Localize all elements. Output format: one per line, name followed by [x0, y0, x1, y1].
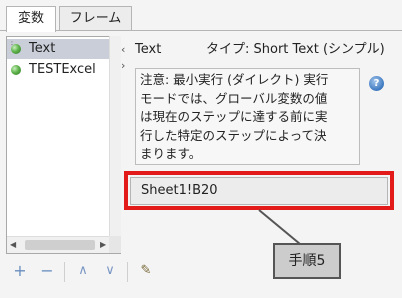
variable-list[interactable]: ⋮ Text TESTExcel [6, 36, 121, 254]
help-icon[interactable]: ? [369, 76, 384, 91]
expand-right-icon[interactable]: › [121, 60, 125, 71]
edit-variable-button[interactable]: ✎ [137, 262, 155, 280]
toolbar-separator [127, 262, 128, 282]
vertical-scrollbar[interactable] [109, 36, 121, 236]
variable-type: タイプ: Short Text (シンプル) [206, 42, 385, 57]
note-line: モードでは、グローバル変数の値 [140, 90, 328, 106]
variable-name: Text [135, 42, 162, 57]
tab-frames[interactable]: フレーム [59, 6, 132, 31]
step-callout: 手順5 [273, 243, 341, 279]
note-line: まります。 [140, 146, 202, 161]
note-line: 注意: 最小実行 (ダイレクト) 実行 [140, 72, 329, 87]
scroll-right-icon[interactable]: ▶ [100, 241, 106, 249]
green-ball-icon [11, 65, 21, 75]
move-down-button[interactable]: ∨ [101, 262, 119, 280]
note-line: 行した特定のステップによって決 [140, 127, 327, 143]
toolbar-separator [64, 262, 65, 282]
tab-divider [0, 30, 402, 31]
tab-variables[interactable]: 変数 [6, 6, 56, 32]
list-item-testexcel[interactable]: TESTExcel [7, 60, 120, 80]
list-item-label: TESTExcel [29, 62, 96, 77]
execution-note: 注意: 最小実行 (ダイレクト) 実行 モードでは、グローバル変数の値 は現在の… [135, 68, 360, 165]
variable-value-field[interactable]: Sheet1!B20 [130, 177, 388, 205]
collapse-left-icon[interactable]: ‹ [121, 44, 125, 55]
list-item-text[interactable]: ⋮ Text [7, 39, 120, 59]
horizontal-scroll-thumb[interactable] [25, 240, 95, 250]
scroll-corner [109, 236, 121, 253]
list-item-label: Text [29, 41, 56, 56]
scroll-left-icon[interactable]: ◀ [10, 241, 16, 249]
green-ball-icon [11, 44, 21, 54]
note-line: は現在のステップに達する前に実 [140, 109, 328, 124]
move-up-button[interactable]: ∧ [74, 262, 92, 280]
add-variable-button[interactable]: + [11, 262, 29, 280]
remove-variable-button[interactable]: − [38, 262, 56, 280]
